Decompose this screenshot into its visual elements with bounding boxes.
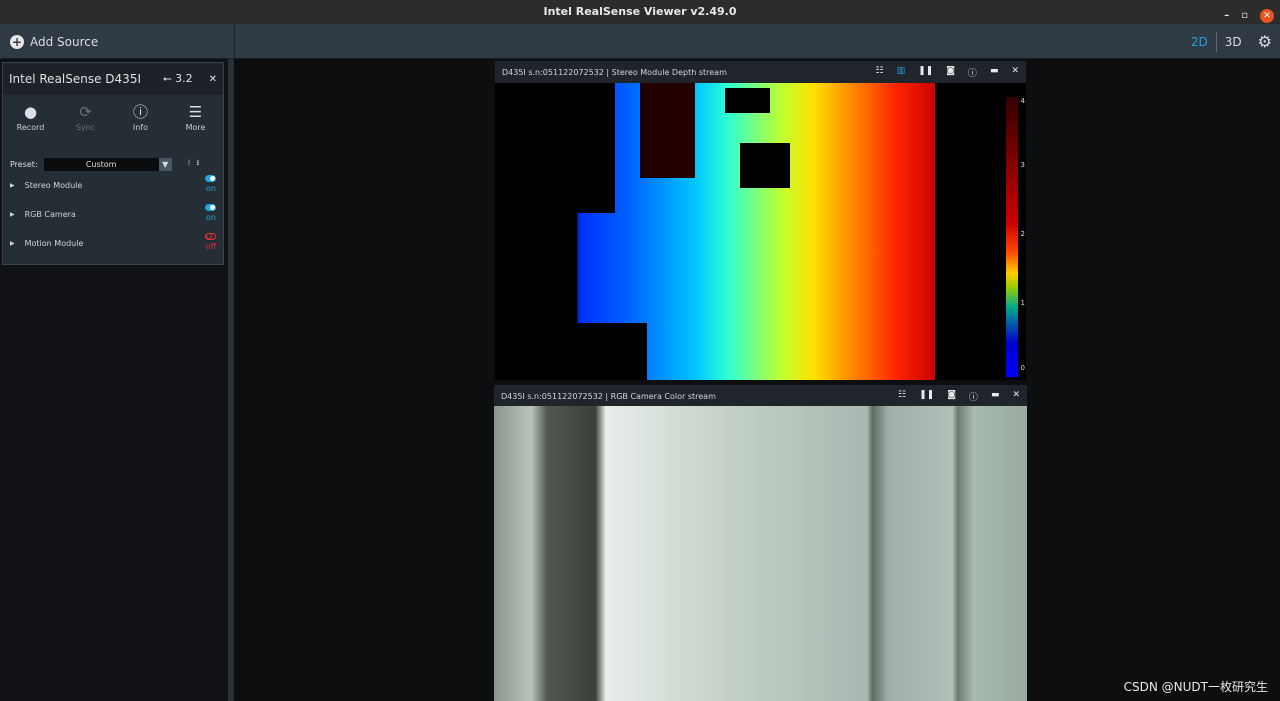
- preset-label: Preset:: [10, 160, 38, 169]
- add-source-label: Add Source: [30, 35, 98, 49]
- metrics-icon[interactable]: ▥: [897, 66, 906, 79]
- info-button[interactable]: ⓘInfo: [118, 101, 163, 145]
- view-2d-toggle[interactable]: 2D: [1183, 35, 1216, 49]
- expand-icon[interactable]: ▶: [10, 240, 15, 247]
- record-label: Record: [8, 123, 53, 132]
- preset-select[interactable]: Custom: [44, 158, 159, 171]
- colorbar-label: 3: [1021, 161, 1025, 169]
- depth-colorbar: [1006, 97, 1018, 377]
- pause-icon[interactable]: ❚❚: [919, 390, 934, 403]
- depth-image: 4 3 2 1 0: [495, 83, 1026, 380]
- upload-icon[interactable]: ⭱: [188, 157, 191, 171]
- list-icon[interactable]: ☷: [876, 66, 884, 79]
- close-icon[interactable]: ✕: [1011, 66, 1019, 79]
- top-toolbar: + Add Source 2D 3D ⚙: [0, 24, 1280, 59]
- sync-icon: ⟳: [63, 101, 108, 123]
- more-button[interactable]: ☰More: [173, 101, 218, 145]
- module-state: on: [205, 184, 216, 193]
- module-state: on: [205, 213, 216, 222]
- module-motion[interactable]: ▶ Motion Module off: [3, 229, 223, 258]
- close-device-button[interactable]: ✕: [209, 74, 217, 85]
- list-icon[interactable]: ☷: [898, 390, 906, 403]
- colorbar-label: 1: [1021, 299, 1025, 307]
- module-state: off: [205, 242, 216, 251]
- record-button[interactable]: ●Record: [8, 101, 53, 145]
- usb-version: ⭠ 3.2: [163, 72, 193, 86]
- add-source-button[interactable]: + Add Source: [0, 24, 235, 59]
- colorbar-label: 4: [1021, 97, 1025, 105]
- toggle-switch[interactable]: [205, 204, 216, 211]
- color-image: [494, 406, 1027, 701]
- toggle-switch[interactable]: [205, 233, 216, 240]
- chevron-down-icon[interactable]: ▼: [159, 158, 172, 171]
- expand-icon[interactable]: ▶: [10, 211, 15, 218]
- sidebar-scrollbar[interactable]: [228, 59, 234, 701]
- module-name: Motion Module: [25, 239, 84, 248]
- usb-icon: ⭠: [163, 72, 175, 85]
- toggle-switch[interactable]: [205, 175, 216, 182]
- info-icon: ⓘ: [118, 101, 163, 123]
- info-icon[interactable]: ⓘ: [969, 390, 978, 403]
- module-stereo[interactable]: ▶ Stereo Module on: [3, 171, 223, 200]
- expand-icon[interactable]: ▶: [10, 182, 15, 189]
- more-label: More: [173, 123, 218, 132]
- window-title: Intel RealSense Viewer v2.49.0: [544, 5, 737, 18]
- camera-icon[interactable]: ◙: [946, 66, 955, 79]
- maximize-icon[interactable]: ▬: [990, 66, 999, 79]
- download-icon[interactable]: ⭳: [196, 157, 199, 171]
- plus-icon: +: [10, 35, 24, 49]
- watermark: CSDN @NUDT一枚研究生: [1124, 678, 1268, 695]
- camera-icon[interactable]: ◙: [947, 390, 956, 403]
- pause-icon[interactable]: ❚❚: [918, 66, 933, 79]
- color-stream-panel: D435I s.n:051122072532 | RGB Camera Colo…: [494, 385, 1027, 701]
- view-3d-toggle[interactable]: 3D: [1217, 35, 1250, 49]
- sync-label: Sync: [63, 123, 108, 132]
- sync-button[interactable]: ⟳Sync: [63, 101, 108, 145]
- stream-title: D435I s.n:051122072532 | RGB Camera Colo…: [501, 392, 716, 401]
- device-panel: Intel RealSense D435I ⭠ 3.2 ✕ ●Record ⟳S…: [2, 62, 224, 265]
- module-rgb[interactable]: ▶ RGB Camera on: [3, 200, 223, 229]
- module-name: RGB Camera: [25, 210, 76, 219]
- close-window-button[interactable]: ✕: [1260, 9, 1274, 23]
- module-name: Stereo Module: [25, 181, 83, 190]
- close-icon[interactable]: ✕: [1012, 390, 1020, 403]
- depth-stream-panel: D435I s.n:051122072532 | Stereo Module D…: [495, 61, 1026, 380]
- maximize-icon[interactable]: ▬: [991, 390, 1000, 403]
- menu-icon: ☰: [173, 101, 218, 123]
- info-label: Info: [118, 123, 163, 132]
- device-name: Intel RealSense D435I: [9, 72, 141, 86]
- stream-title: D435I s.n:051122072532 | Stereo Module D…: [502, 68, 727, 77]
- colorbar-label: 0: [1021, 364, 1025, 372]
- record-icon: ●: [8, 101, 53, 123]
- gear-icon[interactable]: ⚙: [1250, 32, 1280, 51]
- info-icon[interactable]: ⓘ: [968, 66, 977, 79]
- colorbar-label: 2: [1021, 230, 1025, 238]
- window-title-bar: Intel RealSense Viewer v2.49.0 – ▫ ✕: [0, 0, 1280, 24]
